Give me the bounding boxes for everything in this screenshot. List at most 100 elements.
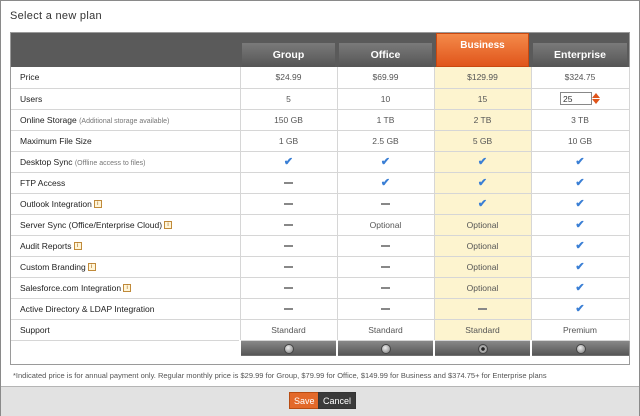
dash-icon (284, 245, 293, 248)
radio-button-selected[interactable] (477, 343, 488, 354)
check-icon: ✔ (575, 282, 585, 294)
radio-button[interactable] (283, 343, 294, 354)
plan-header-group[interactable]: Group (240, 33, 337, 67)
cell-value: Standard (465, 324, 500, 335)
feature-name: Outlook Integration (20, 198, 92, 209)
plan-radio-row (11, 340, 629, 356)
dash-icon (478, 308, 487, 311)
enterprise-users-input[interactable] (560, 92, 592, 105)
dash-icon (284, 224, 293, 227)
info-icon[interactable]: i (93, 200, 102, 209)
feature-label: Outlook Integration i (11, 193, 241, 215)
check-icon: ✔ (575, 240, 585, 252)
cell-value: $129.99 (467, 72, 498, 83)
plan-cell: Standard (434, 319, 532, 341)
info-icon[interactable]: i (73, 242, 82, 251)
check-icon: ✔ (477, 198, 488, 210)
plan-cell: 5 (240, 88, 338, 110)
cell-value: 1 GB (278, 135, 299, 146)
plan-radio-group[interactable] (239, 340, 337, 356)
plan-cell (240, 193, 338, 215)
cancel-button[interactable]: Cancel (318, 392, 357, 409)
cell-value: Optional (369, 219, 402, 230)
feature-row: Server Sync (Office/Enterprise Cloud) i Op… (11, 214, 630, 236)
feature-label: Active Directory & LDAP Integration (11, 298, 241, 320)
plan-radio-office[interactable] (336, 340, 434, 356)
feature-row: FTP Access ✔ ✔ ✔ (11, 172, 630, 194)
feature-name: Support (20, 324, 50, 335)
cell-value: $69.99 (372, 72, 399, 83)
plan-cell: ✔ (531, 172, 630, 194)
plan-cell: 1 TB (337, 109, 435, 131)
plan-cell: 3 TB (531, 109, 630, 131)
plan-cell: ✔ (531, 277, 630, 299)
cell-value: 15 (477, 93, 488, 104)
plan-cell: ✔ (531, 235, 630, 257)
feature-label: Desktop Sync (Offline access to files) (11, 151, 241, 173)
cell-value: 10 (380, 93, 391, 104)
plan-cell: Optional (434, 277, 532, 299)
plan-cell (337, 256, 435, 278)
plan-cell (240, 235, 338, 257)
plan-cell: 1 GB (240, 130, 338, 152)
feature-row: Maximum File Size 1 GB 2.5 GB 5 GB 10 GB (11, 130, 630, 152)
plan-header-office[interactable]: Office (337, 33, 434, 67)
feature-row: Audit Reports i Optional ✔ (11, 235, 630, 257)
save-button[interactable]: Save (289, 392, 320, 409)
plan-cell: 150 GB (240, 109, 338, 131)
feature-label: Custom Branding i (11, 256, 241, 278)
plan-cell (240, 214, 338, 236)
plan-header-row: Group Office Business Enterprise (11, 33, 629, 67)
header-blank-cell (11, 33, 240, 67)
plan-cell: 2.5 GB (337, 130, 435, 152)
radio-button[interactable] (380, 343, 391, 354)
cell-value: 5 GB (472, 135, 493, 146)
feature-label: Online Storage (Additional storage avail… (11, 109, 241, 131)
plan-cell (240, 298, 338, 320)
cell-value: 150 GB (274, 114, 303, 125)
plan-header-business[interactable]: Business (434, 33, 531, 67)
feature-label: Server Sync (Office/Enterprise Cloud) i (11, 214, 241, 236)
radio-button[interactable] (575, 343, 586, 354)
feature-row: Price $24.99 $69.99 $129.99 $324.75 (11, 67, 630, 89)
dialog-footer: Save Cancel (1, 386, 639, 416)
plan-cell (337, 193, 435, 215)
plan-cell: Premium (531, 319, 630, 341)
plan-cell (531, 88, 630, 110)
stepper-up-icon[interactable] (592, 93, 600, 98)
feature-row: Desktop Sync (Offline access to files) ✔ ✔… (11, 151, 630, 173)
cell-value: Optional (466, 261, 499, 272)
plan-cell: ✔ (531, 298, 630, 320)
cell-value: 3 TB (571, 114, 589, 125)
plan-cell: Optional (337, 214, 435, 236)
cell-value: 10 GB (567, 135, 593, 146)
feature-label: Support (11, 319, 241, 341)
info-icon[interactable]: i (123, 284, 132, 293)
info-icon[interactable]: i (87, 263, 96, 272)
plan-comparison-table: Group Office Business Enterprise Price $2… (11, 33, 630, 356)
plan-radio-business[interactable] (433, 340, 531, 356)
plan-header-enterprise[interactable]: Enterprise (531, 33, 629, 67)
plan-cell: 2 TB (434, 109, 532, 131)
plan-cell: 10 GB (531, 130, 630, 152)
feature-row: Salesforce.com Integration i Optional ✔ (11, 277, 630, 299)
info-icon[interactable]: i (164, 221, 173, 230)
feature-name: Desktop Sync (20, 156, 73, 167)
feature-name: Users (20, 93, 43, 104)
plan-cell: ✔ (434, 193, 532, 215)
plan-cell: ✔ (531, 151, 630, 173)
plan-dialog: Select a new plan Group Office Business … (0, 0, 640, 416)
feature-name: Active Directory & LDAP Integration (20, 303, 155, 314)
dash-icon (284, 308, 293, 311)
feature-row: Custom Branding i Optional ✔ (11, 256, 630, 278)
feature-name: Salesforce.com Integration (20, 282, 122, 293)
plan-cell: ✔ (531, 256, 630, 278)
users-stepper[interactable] (592, 93, 600, 104)
stepper-down-icon[interactable] (592, 99, 600, 104)
plan-cell: 10 (337, 88, 435, 110)
dash-icon (381, 245, 390, 248)
plan-radio-enterprise[interactable] (530, 340, 629, 356)
plan-cell: ✔ (531, 214, 630, 236)
check-icon: ✔ (575, 177, 585, 189)
dash-icon (284, 182, 293, 185)
